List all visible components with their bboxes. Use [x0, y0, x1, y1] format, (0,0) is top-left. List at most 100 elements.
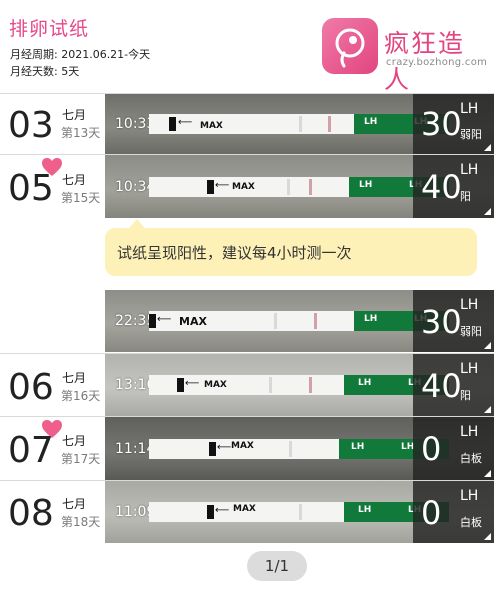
day-number: 06	[8, 367, 54, 408]
arrow-left-icon: ⟵	[178, 117, 193, 128]
test-row[interactable]: 07 七月 第17天 11:14 ⟵ MAX LH LH 0 LH 白板	[0, 416, 494, 480]
test-row[interactable]: 03 七月 第13天 10:33 ⟵ MAX LH LH 30 LH 弱阳	[0, 93, 494, 154]
month-label: 七月	[62, 497, 87, 511]
month-label: 七月	[62, 108, 87, 122]
lh-value: 0	[421, 494, 442, 532]
lh-unit: LH	[460, 488, 479, 504]
corner-triangle-icon	[484, 342, 491, 349]
max-label: MAX	[179, 315, 207, 328]
max-label: MAX	[233, 504, 256, 514]
test-strip: ⟵ MAX LH LH	[149, 439, 449, 459]
strip-black-tab	[207, 505, 214, 519]
result-badge[interactable]: 30 LH 弱阳	[413, 94, 494, 154]
logo-url: crazy.bozhong.com	[386, 57, 488, 68]
strip-black-tab	[177, 378, 184, 392]
max-label: MAX	[200, 121, 223, 131]
result-badge[interactable]: 40 LH 阳	[413, 354, 494, 416]
arrow-left-icon: ⟵	[157, 314, 172, 325]
test-strip: ⟵ MAX LH LH	[149, 114, 449, 134]
max-label: MAX	[204, 380, 227, 390]
strip-line	[274, 313, 277, 329]
strip-black-tab	[149, 314, 156, 328]
strip-line	[299, 504, 302, 520]
day-number: 05	[8, 168, 54, 209]
arrow-left-icon: ⟵	[215, 180, 230, 191]
lh-value: 30	[421, 303, 462, 341]
strip-line	[269, 377, 272, 393]
cycle-day-label: 第17天	[61, 452, 101, 466]
strip-line	[287, 179, 290, 195]
cycle-day-label: 第18天	[61, 515, 101, 529]
corner-triangle-icon	[484, 144, 491, 151]
arrow-left-icon: ⟵	[217, 442, 232, 453]
app-logo: 疯狂造人 crazy.bozhong.com	[322, 18, 490, 94]
lh-value: 0	[421, 430, 442, 468]
month-label: 七月	[62, 173, 87, 187]
corner-triangle-icon	[484, 208, 491, 215]
page-title: 排卵试纸	[9, 18, 90, 40]
result-badge[interactable]: 0 LH 白板	[413, 481, 494, 543]
lh-strip-label: LH	[358, 505, 372, 515]
strip-line	[309, 377, 312, 393]
advice-text: 试纸呈现阳性，建议每4小时测一次	[117, 244, 352, 262]
result-label: 弱阳	[460, 325, 482, 338]
strip-black-tab	[209, 442, 216, 456]
test-row[interactable]: 06 七月 第16天 13:16 ⟵ MAX LH LH 40 LH 阳	[0, 353, 494, 416]
lh-unit: LH	[460, 162, 479, 178]
test-strip: ⟵ MAX LH LH	[149, 311, 449, 331]
test-row[interactable]: 05 七月 第15天 10:34 ⟵ MAX LH LH 40 LH 阳	[0, 154, 494, 218]
lh-strip-label: LH	[351, 442, 365, 452]
strip-line	[309, 179, 312, 195]
lh-unit: LH	[460, 361, 479, 377]
corner-triangle-icon	[484, 533, 491, 540]
logo-sperm-icon	[322, 18, 378, 74]
lh-strip-label: LH	[359, 180, 373, 190]
corner-triangle-icon	[484, 406, 491, 413]
day-number: 03	[8, 105, 54, 146]
result-label: 阳	[460, 389, 471, 402]
corner-triangle-icon	[484, 470, 491, 477]
lh-strip-label: LH	[364, 117, 378, 127]
arrow-left-icon: ⟵	[185, 378, 200, 389]
lh-unit: LH	[460, 297, 479, 313]
cycle-day-label: 第16天	[61, 389, 101, 403]
cycle-day-label: 第13天	[61, 126, 101, 140]
strip-line	[289, 441, 292, 457]
strip-black-tab	[207, 180, 214, 194]
lh-strip-label: LH	[358, 378, 372, 388]
day-number: 08	[8, 493, 54, 534]
test-row[interactable]: 22:35 ⟵ MAX LH LH 30 LH 弱阳	[0, 290, 494, 352]
strip-black-tab	[169, 117, 176, 131]
strip-line	[299, 116, 302, 132]
period-days-text: 月经天数: 5天	[10, 65, 80, 78]
day-number: 07	[8, 430, 54, 471]
test-strip: ⟵ MAX LH LH	[149, 375, 449, 395]
lh-value: 30	[421, 105, 462, 143]
result-label: 白板	[460, 516, 482, 529]
result-badge[interactable]: 30 LH 弱阳	[413, 290, 494, 352]
advice-tooltip: 试纸呈现阳性，建议每4小时测一次	[105, 219, 477, 276]
test-row[interactable]: 08 七月 第18天 11:09 ⟵ MAX LH LH 0 LH 白板	[0, 480, 494, 543]
page-indicator[interactable]: 1/1	[247, 551, 307, 581]
result-badge[interactable]: 0 LH 白板	[413, 417, 494, 480]
header: 排卵试纸 月经周期: 2021.06.21-今天 月经天数: 5天 疯狂造人 c…	[0, 0, 494, 94]
result-badge[interactable]: 40 LH 阳	[413, 155, 494, 218]
result-label: 阳	[460, 190, 471, 203]
max-label: MAX	[231, 441, 254, 451]
result-label: 弱阳	[460, 128, 482, 141]
month-label: 七月	[62, 371, 87, 385]
lh-value: 40	[421, 168, 462, 206]
result-label: 白板	[460, 452, 482, 465]
lh-unit: LH	[460, 101, 479, 117]
arrow-left-icon: ⟵	[215, 505, 230, 516]
test-strip: ⟵ MAX LH LH	[149, 502, 449, 522]
cycle-period-text: 月经周期: 2021.06.21-今天	[10, 48, 151, 61]
lh-value: 40	[421, 367, 462, 405]
test-strip: ⟵ MAX LH LH	[149, 177, 449, 197]
strip-line	[328, 116, 331, 132]
strip-line	[314, 313, 317, 329]
max-label: MAX	[232, 182, 255, 192]
lh-unit: LH	[460, 424, 479, 440]
month-label: 七月	[62, 434, 87, 448]
cycle-day-label: 第15天	[61, 191, 101, 205]
